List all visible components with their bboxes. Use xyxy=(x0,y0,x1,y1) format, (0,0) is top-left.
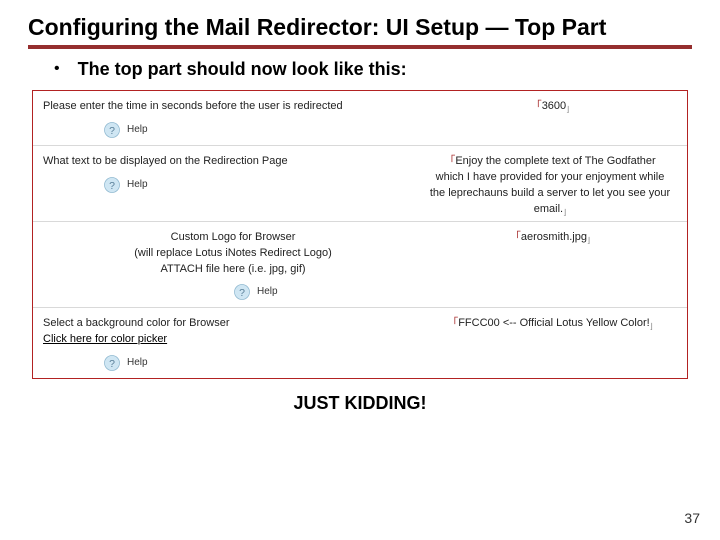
subhead-line: • The top part should now look like this… xyxy=(28,59,692,80)
setting-row: Custom Logo for Browser (will replace Lo… xyxy=(33,222,687,309)
svg-text:?: ? xyxy=(109,358,115,370)
field-value[interactable]: 「aerosmith.jpg⌋ xyxy=(510,231,590,243)
setting-value-col: 「Enjoy the complete text of The Godfathe… xyxy=(423,154,677,219)
setting-value-col: 「FFCC00 <-- Official Lotus Yellow Color!… xyxy=(423,316,677,333)
subhead-text: The top part should now look like this: xyxy=(78,59,407,80)
setting-label-col: Custom Logo for Browser (will replace Lo… xyxy=(43,230,423,306)
setting-label: What text to be displayed on the Redirec… xyxy=(43,155,288,167)
slide: Configuring the Mail Redirector: UI Setu… xyxy=(0,0,720,540)
settings-panel: Please enter the time in seconds before … xyxy=(32,90,688,379)
title-rule xyxy=(28,45,692,49)
setting-label: Custom Logo for Browser (will replace Lo… xyxy=(134,231,331,275)
field-value[interactable]: 「3600⌋ xyxy=(531,100,570,112)
setting-row: What text to be displayed on the Redirec… xyxy=(33,146,687,222)
bullet-dot: • xyxy=(54,59,60,80)
svg-text:?: ? xyxy=(109,125,115,137)
svg-text:?: ? xyxy=(239,287,245,299)
color-picker-link[interactable]: Click here for color picker xyxy=(43,333,167,345)
svg-text:?: ? xyxy=(109,180,115,192)
setting-row: Please enter the time in seconds before … xyxy=(33,91,687,146)
help-icon[interactable]: ? xyxy=(103,121,121,139)
setting-label-col: Select a background color for Browser Cl… xyxy=(43,316,423,376)
help-label: Help xyxy=(257,285,278,300)
just-kidding-text: JUST KIDDING! xyxy=(28,393,692,414)
help-line: ? Help xyxy=(103,354,423,372)
setting-label: Select a background color for Browser xyxy=(43,317,229,329)
help-icon[interactable]: ? xyxy=(233,283,251,301)
help-icon[interactable]: ? xyxy=(103,354,121,372)
help-line: ? Help xyxy=(103,121,423,139)
help-line: ? Help xyxy=(233,283,383,301)
help-label: Help xyxy=(127,178,148,193)
setting-value-col: 「3600⌋ xyxy=(423,99,677,116)
help-line: ? Help xyxy=(103,176,423,194)
field-value[interactable]: 「Enjoy the complete text of The Godfathe… xyxy=(430,155,670,215)
help-label: Help xyxy=(127,356,148,371)
help-icon[interactable]: ? xyxy=(103,176,121,194)
setting-row: Select a background color for Browser Cl… xyxy=(33,308,687,378)
help-label: Help xyxy=(127,123,148,138)
setting-label: Please enter the time in seconds before … xyxy=(43,100,343,112)
page-number: 37 xyxy=(684,510,700,526)
setting-value-col: 「aerosmith.jpg⌋ xyxy=(423,230,677,247)
slide-title: Configuring the Mail Redirector: UI Setu… xyxy=(28,14,692,41)
field-value[interactable]: 「FFCC00 <-- Official Lotus Yellow Color!… xyxy=(447,317,653,329)
setting-label-col: Please enter the time in seconds before … xyxy=(43,99,423,143)
setting-label-col: What text to be displayed on the Redirec… xyxy=(43,154,423,198)
